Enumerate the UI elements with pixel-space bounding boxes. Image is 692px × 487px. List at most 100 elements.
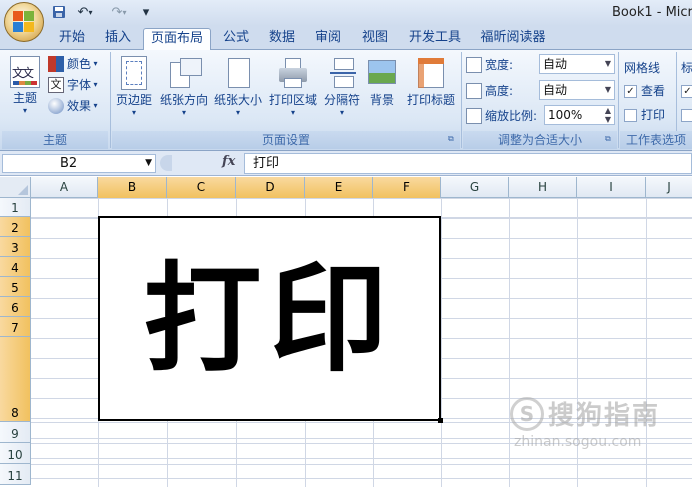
size-button[interactable]: 纸张大小 ▾ [212, 54, 264, 128]
margins-icon [121, 56, 147, 90]
margins-button[interactable]: 页边距 ▾ [113, 54, 155, 128]
insert-function-icon[interactable]: fx [222, 154, 235, 169]
theme-colors-button[interactable]: 颜色 ▾ [48, 54, 98, 74]
scale-icon [466, 108, 482, 124]
scale-spinner[interactable]: 100% ▲ ▼ [544, 105, 615, 125]
height-icon [466, 83, 482, 99]
office-button[interactable] [4, 2, 44, 42]
tab-developer[interactable]: 开发工具 [400, 28, 470, 50]
headings-print-checkbox[interactable] [681, 105, 692, 125]
row-header-1[interactable]: 1 [0, 198, 31, 217]
width-icon [466, 57, 482, 73]
tab-insert[interactable]: 插入 [96, 28, 140, 50]
group-separator [110, 52, 111, 148]
font-icon: 文 [48, 77, 64, 93]
themes-button[interactable]: 文文 主题 ▾ [4, 54, 46, 128]
print-titles-icon [415, 56, 447, 90]
tab-page-layout[interactable]: 页面布局 [143, 28, 211, 51]
effects-icon [48, 98, 64, 114]
chevron-down-icon: ▼ [604, 59, 611, 68]
sheet-options-group-label: 工作表选项 [620, 131, 692, 149]
spinner-arrows-icon[interactable]: ▲ ▼ [605, 106, 611, 124]
print-titles-label: 打印标题 [406, 93, 455, 107]
column-header-f[interactable]: F [373, 177, 441, 198]
background-image-icon [366, 56, 398, 90]
theme-group-label: 主题 [2, 131, 108, 149]
checkbox-empty-icon [624, 108, 637, 122]
row-header-8[interactable]: 8 [0, 337, 31, 422]
background-button[interactable]: 背景 [364, 54, 400, 128]
tab-data[interactable]: 数据 [260, 28, 304, 50]
row-header-3[interactable]: 3 [0, 237, 31, 257]
fill-handle[interactable] [438, 418, 443, 423]
column-header-g[interactable]: G [441, 177, 509, 198]
width-select[interactable]: 自动 ▼ [539, 54, 615, 74]
orientation-label: 纸张方向 [159, 93, 208, 107]
gridlines-view-checkbox[interactable]: ✓ 查看 [624, 81, 665, 101]
height-select[interactable]: 自动 ▼ [539, 80, 615, 100]
row-header-6[interactable]: 6 [0, 297, 31, 317]
headings-header: 标 [681, 61, 692, 75]
theme-effects-button[interactable]: 效果 ▾ [48, 96, 98, 116]
redo-button[interactable]: ↷ ▾ [104, 3, 134, 21]
grid-line [31, 464, 692, 465]
row-header-10[interactable]: 10 [0, 443, 31, 464]
chevron-down-icon: ▼ [604, 85, 611, 94]
orientation-icon [168, 56, 202, 90]
select-all-button[interactable] [0, 177, 31, 198]
breaks-button[interactable]: 分隔符 ▾ [322, 54, 362, 128]
undo-icon: ↶ [77, 4, 89, 20]
column-header-a[interactable]: A [31, 177, 98, 198]
theme-fonts-button[interactable]: 文 字体 ▾ [48, 75, 98, 95]
watermark-text: 搜狗指南 [548, 401, 661, 431]
tab-foxit-reader[interactable]: 福昕阅读器 [472, 28, 554, 50]
cell-text: 打印 [143, 248, 396, 388]
row-header-7[interactable]: 7 [0, 317, 31, 337]
checkmark-icon: ✓ [624, 84, 637, 98]
row-header-11[interactable]: 11 [0, 464, 31, 485]
group-separator [618, 52, 619, 148]
undo-button[interactable]: ↶ ▾ [72, 3, 98, 21]
column-header-b[interactable]: B [98, 177, 167, 198]
page-setup-launcher-icon[interactable]: ⧉ [448, 134, 454, 144]
headings-view-checkbox[interactable]: ✓ [681, 81, 692, 101]
tab-review[interactable]: 审阅 [306, 28, 350, 50]
row-header-9[interactable]: 9 [0, 422, 31, 443]
row-header-5[interactable]: 5 [0, 277, 31, 297]
column-header-h[interactable]: H [509, 177, 577, 198]
gridlines-header: 网格线 [624, 61, 661, 75]
group-separator [461, 52, 462, 148]
print-area-label: 打印区域 [268, 93, 317, 107]
name-box[interactable]: B2 ▼ [2, 154, 156, 173]
size-label: 纸张大小 [213, 93, 262, 107]
resize-handle-icon[interactable] [160, 155, 172, 171]
sogou-logo-icon: S [510, 396, 544, 431]
column-header-e[interactable]: E [305, 177, 373, 198]
color-palette-icon [48, 56, 64, 72]
orientation-button[interactable]: 纸张方向 ▾ [158, 54, 210, 128]
column-header-d[interactable]: D [236, 177, 305, 198]
margins-label: 页边距 [115, 93, 152, 107]
page-break-icon [326, 56, 358, 90]
print-titles-button[interactable]: 打印标题 [402, 54, 460, 128]
gridlines-print-checkbox[interactable]: 打印 [624, 105, 665, 125]
themes-label: 主题 [12, 91, 37, 105]
formula-input[interactable]: 打印 [244, 153, 692, 174]
row-header-2[interactable]: 2 [0, 217, 31, 237]
save-icon[interactable] [50, 3, 68, 21]
column-header-j[interactable]: J [646, 177, 692, 198]
tab-formulas[interactable]: 公式 [214, 28, 258, 50]
row-header-4[interactable]: 4 [0, 257, 31, 277]
chevron-down-icon[interactable]: ▼ [145, 155, 152, 172]
breaks-label: 分隔符 [323, 93, 360, 107]
tab-home[interactable]: 开始 [50, 28, 94, 50]
background-label: 背景 [369, 93, 394, 107]
themes-icon: 文文 [10, 56, 40, 88]
customize-qat-button[interactable]: ▾ [140, 3, 152, 21]
print-area-button[interactable]: 打印区域 ▾ [266, 54, 320, 128]
column-header-i[interactable]: I [577, 177, 646, 198]
column-header-c[interactable]: C [167, 177, 236, 198]
tab-view[interactable]: 视图 [352, 28, 398, 50]
merged-cell-b2-f8[interactable]: 打印 [98, 216, 441, 421]
scale-launcher-icon[interactable]: ⧉ [605, 134, 611, 144]
